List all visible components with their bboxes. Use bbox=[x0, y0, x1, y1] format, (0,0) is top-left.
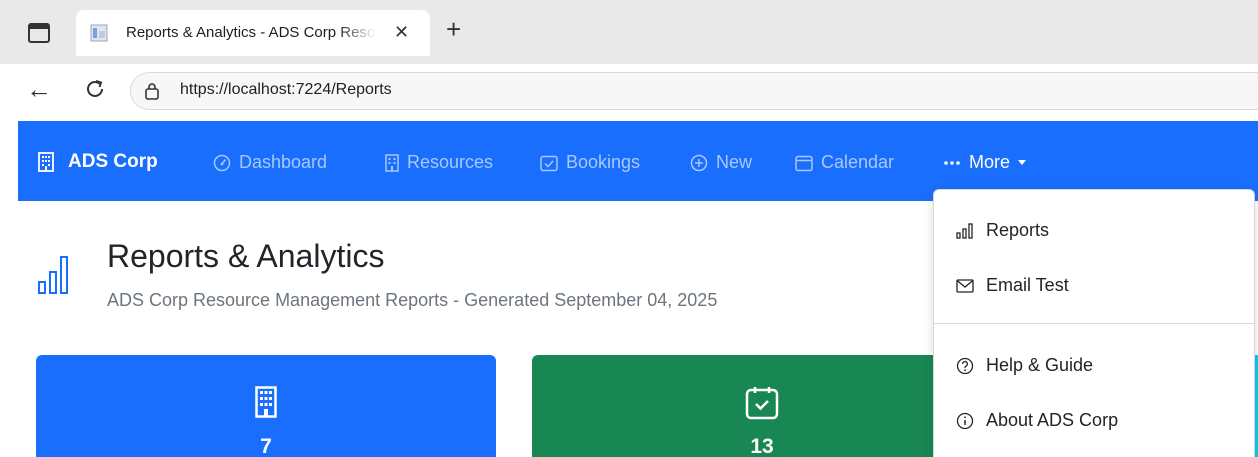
building-icon bbox=[38, 152, 54, 172]
envelope-icon bbox=[956, 278, 974, 293]
nav-label-bookings: Bookings bbox=[566, 152, 641, 172]
back-arrow-icon[interactable]: ← bbox=[26, 76, 52, 102]
building-icon bbox=[255, 386, 277, 418]
dropdown-item-reports[interactable]: Reports bbox=[956, 220, 1049, 241]
nav-label-calendar: Calendar bbox=[821, 152, 895, 172]
dropdown-label-reports: Reports bbox=[986, 220, 1050, 240]
nav-item-more[interactable]: More bbox=[943, 152, 1027, 173]
page-favicon-icon bbox=[90, 24, 108, 42]
lock-icon[interactable] bbox=[144, 82, 160, 100]
nav-label-resources: Resources bbox=[407, 152, 494, 172]
caret-down-icon bbox=[1018, 160, 1027, 165]
dropdown-label-help-guide: Help & Guide bbox=[986, 355, 1094, 375]
bar-chart-icon bbox=[38, 256, 68, 294]
stat-card-bookings: 13 bbox=[532, 355, 992, 457]
question-circle-icon bbox=[956, 357, 974, 374]
nav-label-more: More bbox=[969, 152, 1011, 172]
dropdown-label-email-test: Email Test bbox=[986, 275, 1069, 295]
nav-label-dashboard: Dashboard bbox=[239, 152, 328, 172]
nav-item-bookings[interactable]: Bookings bbox=[540, 152, 640, 173]
dropdown-item-about[interactable]: About ADS Corp bbox=[956, 410, 1118, 431]
nav-item-dashboard[interactable]: Dashboard bbox=[213, 152, 327, 173]
nav-item-calendar[interactable]: Calendar bbox=[795, 152, 894, 173]
browser-tab-strip: Reports & Analytics - ADS Corp Resource … bbox=[0, 0, 1258, 64]
calendar-check-icon bbox=[540, 155, 558, 171]
bar-chart-icon bbox=[956, 222, 973, 239]
plus-circle-icon bbox=[690, 154, 708, 171]
nav-label-new: New bbox=[716, 152, 753, 172]
building-icon bbox=[385, 153, 399, 172]
dropdown-label-about: About ADS Corp bbox=[986, 410, 1119, 430]
nav-item-resources[interactable]: Resources bbox=[385, 152, 493, 173]
brand-link[interactable]: ADS Corp bbox=[38, 151, 158, 173]
page-subtitle: ADS Corp Resource Management Reports - G… bbox=[107, 290, 718, 310]
nav-item-new[interactable]: New bbox=[690, 152, 752, 173]
page-title: Reports & Analytics bbox=[107, 238, 385, 274]
stat-card-resources: 7 bbox=[36, 355, 496, 457]
browser-tab-reports[interactable]: Reports & Analytics - ADS Corp Resource … bbox=[76, 10, 430, 56]
info-circle-icon bbox=[956, 412, 974, 429]
stat-value-bookings: 13 bbox=[750, 435, 774, 457]
new-tab-button[interactable]: + bbox=[446, 16, 461, 42]
dropdown-item-help-guide[interactable]: Help & Guide bbox=[956, 355, 1093, 376]
more-dropdown-menu: Reports Email Test Help & Guide About AD… bbox=[933, 189, 1255, 457]
speedometer-icon bbox=[213, 154, 231, 171]
close-tab-icon[interactable]: ✕ bbox=[394, 22, 409, 43]
url-text[interactable]: https://localhost:7224/Reports bbox=[180, 81, 392, 99]
dropdown-item-email-test[interactable]: Email Test bbox=[956, 275, 1069, 296]
stat-value-resources: 7 bbox=[260, 435, 272, 457]
tab-actions-icon[interactable] bbox=[28, 23, 50, 43]
tab-title: Reports & Analytics - ADS Corp Resource … bbox=[126, 24, 376, 41]
dropdown-divider bbox=[934, 323, 1254, 324]
browser-toolbar: ← https://localhost:7224/Reports bbox=[0, 64, 1258, 119]
calendar-icon bbox=[795, 155, 813, 171]
three-dots-icon bbox=[944, 160, 960, 165]
brand-name: ADS Corp bbox=[68, 151, 158, 172]
calendar-check-icon bbox=[745, 387, 779, 420]
reload-icon[interactable] bbox=[84, 78, 106, 100]
